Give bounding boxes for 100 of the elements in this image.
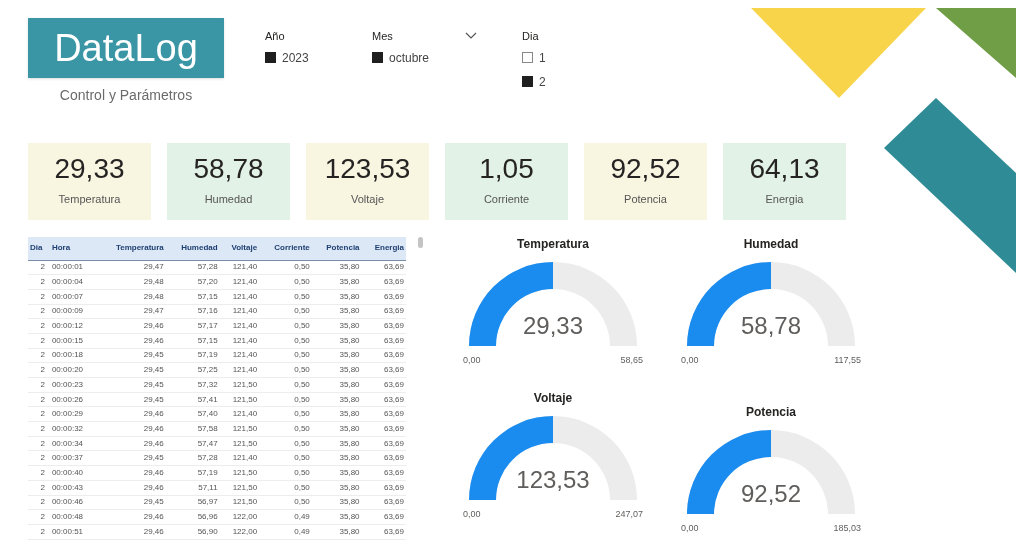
table-cell: 00:00:01 (49, 260, 97, 275)
column-header[interactable]: Corriente (259, 237, 312, 260)
gauge-title: Humedad (743, 236, 799, 253)
table-cell: 0,50 (259, 495, 312, 510)
table-cell: 121,40 (219, 450, 260, 466)
slicer-option[interactable]: 2 (522, 72, 582, 91)
table-cell: 2 (28, 495, 50, 510)
table-cell: 35,80 (311, 450, 362, 466)
table-cell: 63,69 (361, 348, 406, 363)
column-header[interactable]: Energia (361, 237, 406, 260)
table-cell: 63,69 (361, 362, 406, 378)
table-cell: 121,40 (219, 406, 260, 422)
column-header[interactable]: Potencia (311, 237, 362, 260)
table-cell: 0,50 (259, 362, 312, 378)
checkbox[interactable] (372, 52, 383, 63)
gauge-title: Temperatura (517, 236, 589, 253)
table-cell: 2 (28, 421, 50, 437)
table-cell: 29,46 (96, 465, 166, 481)
table-cell: 121,40 (219, 289, 260, 305)
gauge-value: 58,78 (739, 311, 803, 341)
table-cell: 35,80 (311, 260, 362, 275)
table-cell: 35,80 (311, 406, 362, 422)
table-cell: 35,80 (311, 495, 362, 510)
gauge-min-label: 0,00 (681, 354, 699, 367)
table-cell: 35,80 (311, 318, 362, 334)
table-cell: 57,41 (165, 392, 220, 407)
table-cell: 0,50 (259, 450, 312, 466)
slicer-label: Mes (372, 29, 393, 44)
slicer-option-label: 1 (539, 49, 546, 67)
table-cell: 29,46 (96, 509, 166, 525)
table-cell: 2 (28, 465, 50, 481)
table-cell: 29,47 (96, 304, 166, 319)
table-cell: 0,50 (259, 436, 312, 451)
slicer-option-label: 2023 (282, 49, 309, 67)
table-cell: 2 (28, 348, 50, 363)
gauge-title: Potencia (746, 404, 796, 422)
table-cell: 63,69 (361, 480, 406, 495)
table-cell: 0,50 (259, 289, 312, 305)
table-cell: 56,96 (165, 509, 220, 525)
slicer-label: Año (265, 29, 285, 44)
table-cell: 0,50 (259, 260, 312, 275)
checkbox[interactable] (522, 76, 533, 87)
table-cell: 57,19 (165, 348, 220, 363)
column-header[interactable]: Voltaje (219, 237, 260, 260)
table-cell: 0,50 (259, 480, 312, 495)
table-cell: 35,80 (311, 421, 362, 437)
table-cell: 29,46 (96, 480, 166, 495)
table-cell: 0,50 (259, 304, 312, 319)
slicer-option[interactable]: octubre (372, 48, 522, 67)
gauge-max-label: 185,03 (833, 522, 861, 536)
table-cell: 57,28 (165, 450, 220, 466)
table-cell: 63,69 (361, 406, 406, 422)
column-header[interactable]: Hora (49, 237, 97, 260)
table-cell: 0,50 (259, 274, 312, 290)
table-cell: 00:00:32 (49, 421, 97, 437)
table-cell: 35,80 (311, 436, 362, 451)
table-cell: 0,50 (259, 333, 312, 349)
table-cell: 63,69 (361, 450, 406, 466)
slicer-option[interactable]: 1 (522, 48, 582, 67)
table-cell: 0,49 (259, 509, 312, 525)
table-cell: 00:00:18 (49, 348, 97, 363)
table-cell: 00:00:46 (49, 495, 97, 510)
kpi-value: 1,05 (479, 155, 534, 184)
table-cell: 00:00:29 (49, 406, 97, 422)
table-cell: 29,45 (96, 450, 166, 466)
table-cell: 29,45 (96, 348, 166, 363)
checkbox[interactable] (265, 52, 276, 63)
table-cell: 63,69 (361, 509, 406, 525)
kpi-label: Energia (765, 192, 804, 208)
table-cell: 121,40 (219, 362, 260, 378)
table-cell: 121,40 (219, 274, 260, 290)
table-cell: 122,00 (219, 524, 260, 540)
checkbox[interactable] (522, 52, 533, 63)
table-cell: 57,58 (165, 421, 220, 437)
table-cell: 00:00:37 (49, 450, 97, 466)
table-cell: 35,80 (311, 465, 362, 481)
column-header[interactable]: Humedad (165, 237, 220, 260)
column-header[interactable]: Dia (28, 237, 50, 260)
table-cell: 2 (28, 318, 50, 334)
table-cell: 35,80 (311, 333, 362, 349)
gauge-max-label: 117,55 (834, 354, 861, 367)
kpi-label: Potencia (624, 192, 667, 208)
table-cell: 2 (28, 260, 50, 275)
table-cell: 35,80 (311, 362, 362, 378)
table-cell: 29,45 (96, 362, 166, 378)
column-header[interactable]: Temperatura (96, 237, 166, 260)
table-cell: 121,50 (219, 495, 260, 510)
table-cell: 35,80 (311, 377, 362, 393)
table-cell: 63,69 (361, 289, 406, 305)
table-cell: 121,40 (219, 304, 260, 319)
table-cell: 29,46 (96, 318, 166, 334)
table-cell: 0,50 (259, 465, 312, 481)
kpi-label: Corriente (483, 192, 530, 208)
scrollbar-thumb[interactable] (418, 237, 423, 248)
table-cell: 57,25 (165, 362, 220, 378)
table-cell: 00:00:34 (49, 436, 97, 451)
slicer-option[interactable]: 2023 (265, 48, 372, 67)
table-cell: 2 (28, 450, 50, 466)
table-cell: 121,50 (219, 392, 260, 407)
chevron-down-icon[interactable] (465, 32, 477, 41)
